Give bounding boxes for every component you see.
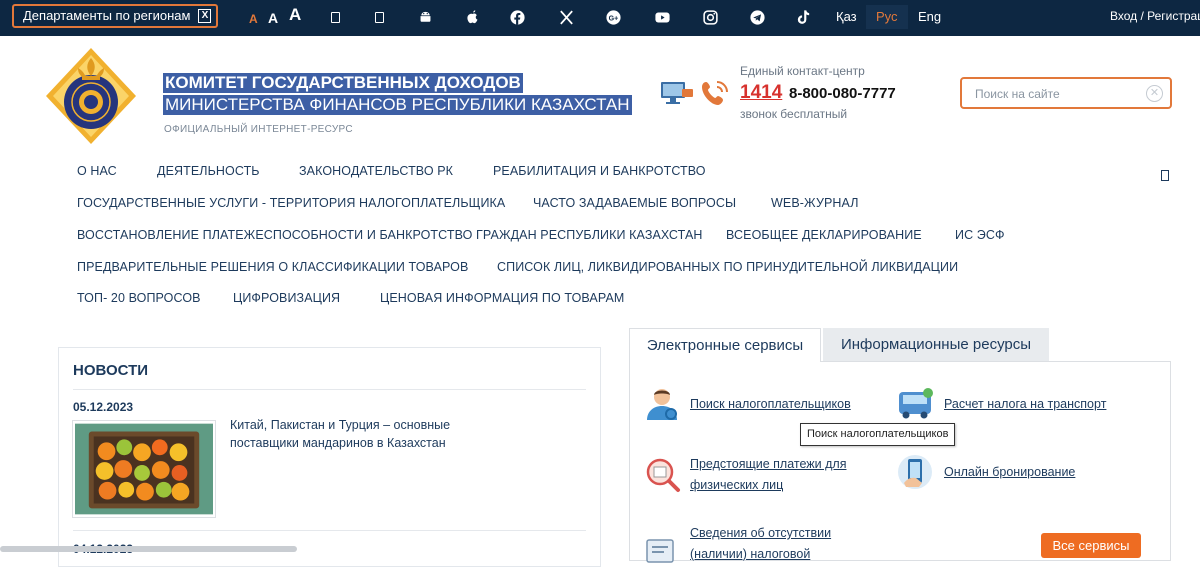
service-transport-tax-link[interactable]: Расчет налога на транспорт	[944, 394, 1106, 415]
nav-universal-declaration[interactable]: ВСЕОБЩЕЕ ДЕКЛАРИРОВАНИЕ	[726, 228, 922, 242]
service-taxpayer-search-link[interactable]: Поиск налогоплательщиков	[690, 394, 851, 415]
site-search: ✕	[960, 77, 1172, 109]
payments-search-icon[interactable]	[643, 455, 681, 493]
nav-digitalization[interactable]: ЦИФРОВИЗАЦИЯ	[233, 291, 340, 305]
official-resource-label: ОФИЦИАЛЬНЫЙ ИНТЕРНЕТ-РЕСУРС	[164, 124, 353, 135]
apple-icon[interactable]	[462, 7, 482, 27]
svg-text:G+: G+	[608, 14, 618, 22]
nav-is-esf[interactable]: ИС ЭСФ	[955, 228, 1005, 242]
news-panel: НОВОСТИ 05.12.2023 Китай, Пакистан и Тур…	[58, 347, 601, 567]
nav-activity[interactable]: ДЕЯТЕЛЬНОСТЬ	[157, 164, 260, 178]
news-thumbnail[interactable]	[72, 420, 216, 518]
telegram-icon[interactable]	[747, 7, 767, 27]
language-rus-link[interactable]: Рус	[866, 5, 908, 29]
news-headline-link[interactable]: Китай, Пакистан и Турция – основные пост…	[230, 416, 490, 452]
font-size-small-button[interactable]: A	[249, 10, 258, 28]
user-search-icon[interactable]	[643, 384, 681, 422]
accessibility-mode-icon[interactable]	[369, 7, 389, 27]
font-size-large-button[interactable]: A	[289, 6, 301, 24]
android-icon[interactable]	[415, 7, 435, 27]
contact-center-title: Единый контакт-центр	[740, 64, 865, 78]
tooltip: Поиск налогоплательщиков	[800, 423, 956, 446]
nav-price-information[interactable]: ЦЕНОВАЯ ИНФОРМАЦИЯ ПО ТОВАРАМ	[380, 291, 624, 305]
facebook-icon[interactable]	[507, 7, 527, 27]
language-kaz-link[interactable]: Қаз	[836, 8, 857, 26]
language-eng-link[interactable]: Eng	[918, 8, 941, 26]
vehicle-tax-icon[interactable]	[896, 384, 934, 422]
nav-faq[interactable]: ЧАСТО ЗАДАВАЕМЫЕ ВОПРОСЫ	[533, 196, 736, 210]
tax-debt-info-icon[interactable]	[643, 532, 681, 570]
emblem-logo[interactable]	[44, 46, 138, 146]
contrast-mode-icon[interactable]	[325, 7, 345, 27]
nav-web-journal[interactable]: WEB-ЖУРНАЛ	[771, 196, 859, 210]
nav-public-services[interactable]: ГОСУДАРСТВЕННЫЕ УСЛУГИ - ТЕРРИТОРИЯ НАЛО…	[77, 196, 505, 210]
all-services-button[interactable]: Все сервисы	[1041, 533, 1141, 558]
top-bar: Департаменты по регионам X A A A G+ Қаз …	[0, 0, 1200, 36]
nav-legislation[interactable]: ЗАКОНОДАТЕЛЬСТВО РК	[299, 164, 453, 178]
tab-electronic-services[interactable]: Электронные сервисы	[629, 328, 821, 362]
font-size-medium-button[interactable]: A	[268, 9, 278, 27]
nav-goods-classification[interactable]: ПРЕДВАРИТЕЛЬНЫЕ РЕШЕНИЯ О КЛАССИФИКАЦИИ …	[77, 260, 468, 274]
departments-by-region-button[interactable]: Департаменты по регионам X	[12, 4, 219, 28]
clear-search-icon[interactable]: ✕	[1146, 85, 1163, 102]
phone-icon	[702, 81, 728, 105]
google-plus-icon[interactable]: G+	[603, 7, 623, 27]
contact-free-call-note: звонок бесплатный	[740, 107, 848, 121]
service-upcoming-payments-link[interactable]: Предстоящие платежи для физических лиц	[690, 454, 870, 496]
youtube-icon[interactable]	[652, 7, 672, 27]
monitor-contact-icon	[661, 82, 693, 104]
contact-phone-number[interactable]: 8-800-080-7777	[789, 85, 896, 102]
menu-toggle-icon[interactable]	[1161, 170, 1169, 181]
nav-citizen-bankruptcy[interactable]: ВОССТАНОВЛЕНИЕ ПЛАТЕЖЕСПОСОБНОСТИ И БАНК…	[77, 228, 703, 242]
organization-title[interactable]: КОМИТЕТ ГОСУДАРСТВЕННЫХ ДОХОДОВ	[163, 73, 523, 93]
nav-liquidated-list[interactable]: СПИСОК ЛИЦ, ЛИКВИДИРОВАННЫХ ПО ПРИНУДИТЕ…	[497, 260, 958, 274]
online-booking-icon[interactable]	[896, 453, 934, 491]
service-tax-debt-info-link[interactable]: Сведения об отсутствии (наличии) налогов…	[690, 523, 870, 565]
organization-subtitle[interactable]: МИНИСТЕРСТВА ФИНАНСОВ РЕСПУБЛИКИ КАЗАХСТ…	[163, 95, 632, 115]
close-icon[interactable]: X	[198, 9, 212, 23]
tangerines-image	[75, 423, 213, 515]
service-online-booking-link[interactable]: Онлайн бронирование	[944, 462, 1075, 483]
tiktok-icon[interactable]	[793, 7, 813, 27]
departments-label: Департаменты по регионам	[23, 8, 191, 23]
instagram-icon[interactable]	[700, 7, 720, 27]
horizontal-scrollbar[interactable]	[0, 546, 297, 552]
nav-about[interactable]: О НАС	[77, 164, 117, 178]
nav-top-20-questions[interactable]: ТОП- 20 ВОПРОСОВ	[77, 291, 201, 305]
divider	[73, 530, 586, 531]
news-date: 05.12.2023	[73, 400, 134, 414]
x-icon[interactable]	[556, 7, 576, 27]
contact-short-number[interactable]: 1414	[740, 82, 782, 104]
login-register-link[interactable]: Вход / Регистрац	[1110, 9, 1200, 23]
search-input[interactable]	[975, 85, 1135, 103]
tab-information-resources[interactable]: Информационные ресурсы	[823, 328, 1049, 362]
news-heading: НОВОСТИ	[73, 362, 149, 379]
nav-rehabilitation-bankruptcy[interactable]: РЕАБИЛИТАЦИЯ И БАНКРОТСТВО	[493, 164, 706, 178]
divider	[73, 389, 586, 390]
